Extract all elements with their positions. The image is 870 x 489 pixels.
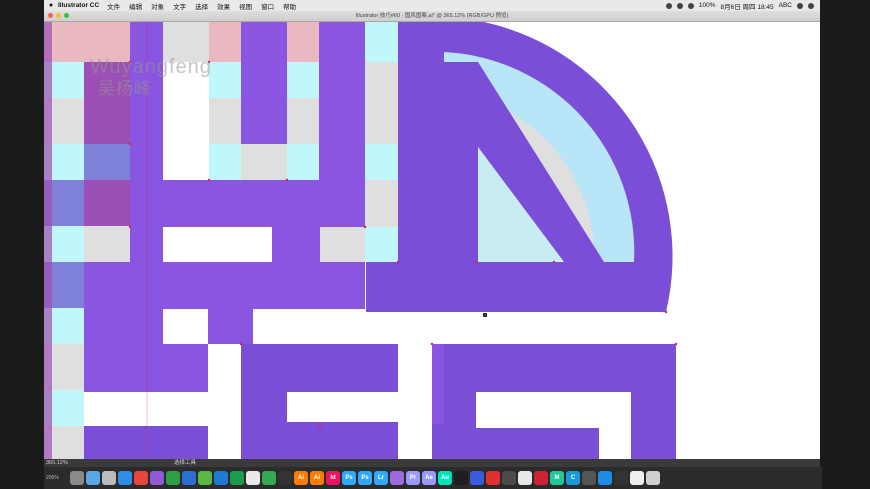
app-menu[interactable]: Illustrator CC bbox=[58, 2, 99, 9]
dock-app-icon[interactable] bbox=[86, 471, 100, 485]
menu-help[interactable]: 帮助 bbox=[283, 1, 296, 11]
dock-app-icon[interactable] bbox=[486, 471, 500, 485]
dock-app-icon[interactable] bbox=[470, 471, 484, 485]
battery-level[interactable]: 100% bbox=[699, 2, 716, 9]
menu-window[interactable]: 窗口 bbox=[261, 1, 274, 11]
notification-icon[interactable] bbox=[808, 2, 814, 9]
dock-app-icon[interactable]: Id bbox=[326, 471, 340, 485]
menu-bar: ● Illustrator CC 文件 编辑 对象 文字 选择 效果 视图 窗口… bbox=[44, 0, 820, 11]
zoom-readout[interactable]: 365.12% bbox=[46, 459, 68, 467]
dock: 200% Ai Ai Id Ps Ps Lr Pr Ae Au M C bbox=[44, 467, 822, 489]
current-tool: 选择工具 bbox=[174, 460, 197, 466]
dock-app-icon[interactable]: Au bbox=[438, 471, 452, 485]
dock-app-icon[interactable] bbox=[518, 471, 532, 485]
document-title: Illustrator 技巧#60 · 国风图案.ai* @ 365.12% (… bbox=[355, 13, 509, 19]
dock-app-icon[interactable]: Ps bbox=[342, 471, 356, 485]
volume-icon[interactable] bbox=[687, 2, 694, 9]
maximize-icon[interactable] bbox=[64, 13, 69, 18]
clock[interactable]: 8月6日 周四 18:45 bbox=[721, 1, 774, 11]
dock-app-icon[interactable] bbox=[230, 471, 244, 485]
dock-app-icon[interactable]: Ae bbox=[422, 471, 436, 485]
menu-file[interactable]: 文件 bbox=[107, 1, 120, 11]
dock-app-icon[interactable]: C bbox=[566, 471, 580, 485]
artboard-canvas[interactable]: Wuyangfeng 吴杨峰 bilibili bbox=[44, 22, 820, 459]
dock-app-icon[interactable]: Ai bbox=[294, 471, 308, 485]
dock-app-icon[interactable] bbox=[534, 471, 548, 485]
close-icon[interactable] bbox=[48, 13, 53, 18]
input-method[interactable]: ABC bbox=[779, 2, 792, 9]
menu-edit[interactable]: 编辑 bbox=[129, 1, 142, 11]
dock-app-icon[interactable]: Ai bbox=[310, 471, 324, 485]
lower-maze bbox=[241, 344, 676, 459]
bilibili-logo: bilibili bbox=[736, 38, 806, 62]
document-titlebar: Illustrator 技巧#60 · 国风图案.ai* @ 365.12% (… bbox=[44, 11, 820, 22]
watermark-cn: 吴杨峰 bbox=[98, 79, 152, 98]
dock-app-icon[interactable]: M bbox=[550, 471, 564, 485]
menu-view[interactable]: 视图 bbox=[239, 1, 252, 11]
watermark-latin: Wuyangfeng bbox=[90, 56, 212, 78]
mouse-cursor-icon bbox=[483, 313, 487, 317]
menu-effect[interactable]: 效果 bbox=[217, 1, 230, 11]
dock-app-icon[interactable]: Pr bbox=[406, 471, 420, 485]
search-icon[interactable] bbox=[797, 2, 803, 9]
dock-app-icon[interactable] bbox=[390, 471, 404, 485]
menu-select[interactable]: 选择 bbox=[195, 1, 208, 11]
menu-type[interactable]: 文字 bbox=[173, 1, 186, 11]
dock-app-icon[interactable] bbox=[102, 471, 116, 485]
dock-app-icon[interactable] bbox=[246, 471, 260, 485]
dock-app-icon[interactable]: Lr bbox=[374, 471, 388, 485]
dock-app-icon[interactable] bbox=[166, 471, 180, 485]
apple-icon[interactable]: ● bbox=[44, 2, 58, 9]
dock-app-icon[interactable] bbox=[454, 471, 468, 485]
dock-app-icon[interactable] bbox=[502, 471, 516, 485]
wifi-icon[interactable] bbox=[676, 2, 683, 9]
corner-arc bbox=[366, 22, 673, 312]
dock-app-icon[interactable] bbox=[262, 471, 276, 485]
menu-object[interactable]: 对象 bbox=[151, 1, 164, 11]
dock-app-icon[interactable] bbox=[614, 471, 628, 485]
dock-app-icon[interactable] bbox=[646, 471, 660, 485]
dock-app-icon[interactable] bbox=[582, 471, 596, 485]
dock-app-icon[interactable] bbox=[598, 471, 612, 485]
dock-app-icon[interactable] bbox=[150, 471, 164, 485]
dock-app-icon[interactable] bbox=[182, 471, 196, 485]
dock-app-icon[interactable] bbox=[630, 471, 644, 485]
minimize-icon[interactable] bbox=[56, 13, 61, 18]
status-bar: 365.12% 选择工具 bbox=[44, 459, 820, 467]
dock-zoom: 200% bbox=[46, 475, 59, 481]
dock-app-icon[interactable] bbox=[118, 471, 132, 485]
dock-app-icon[interactable] bbox=[278, 471, 292, 485]
dock-app-icon[interactable] bbox=[70, 471, 84, 485]
status-icon[interactable] bbox=[665, 2, 672, 9]
dock-app-icon[interactable] bbox=[134, 471, 148, 485]
dock-app-icon[interactable] bbox=[214, 471, 228, 485]
dock-app-icon[interactable] bbox=[198, 471, 212, 485]
watermark: Wuyangfeng 吴杨峰 bbox=[90, 56, 212, 100]
dock-app-icon[interactable]: Ps bbox=[358, 471, 372, 485]
